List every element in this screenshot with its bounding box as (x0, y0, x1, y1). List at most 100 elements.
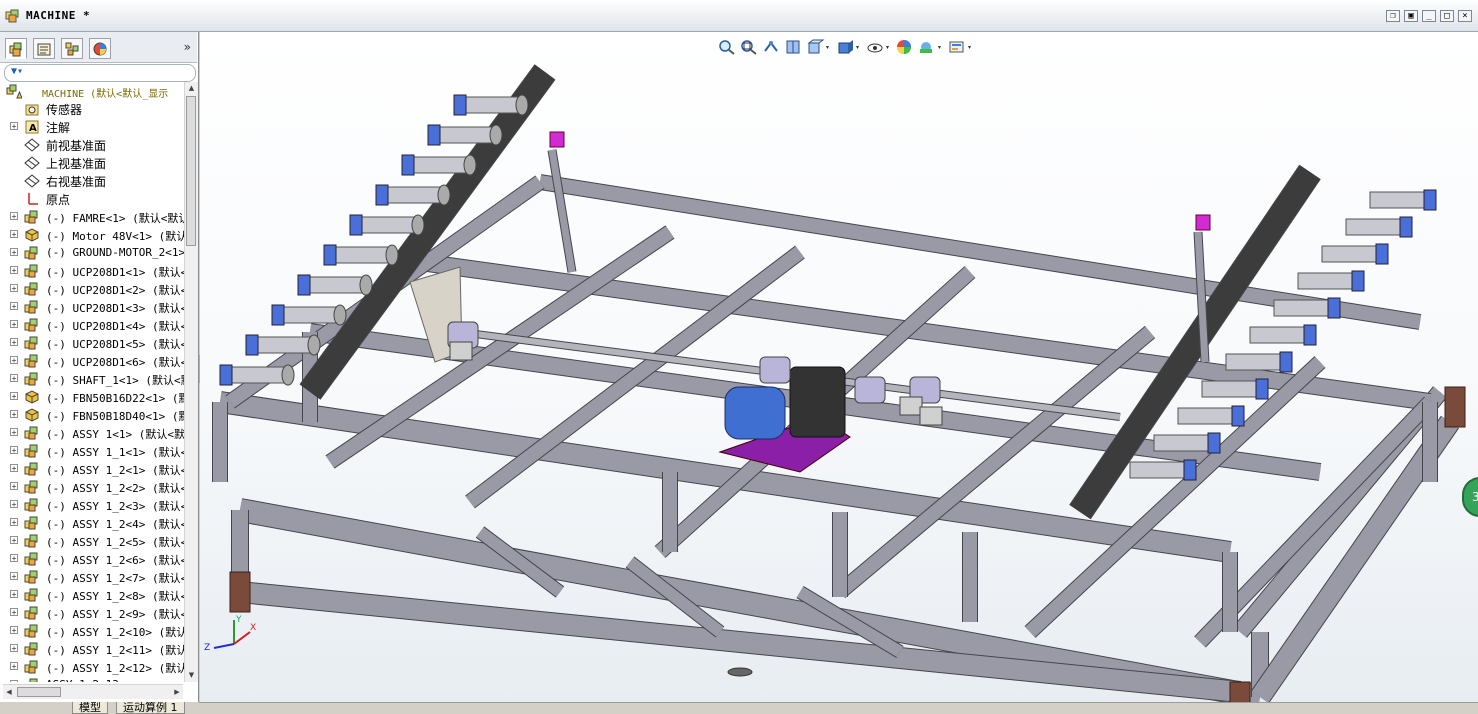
expand-icon[interactable]: + (10, 302, 18, 311)
tree-item[interactable]: 传感器 (0, 100, 184, 118)
expand-icon[interactable]: + (10, 212, 18, 221)
expand-icon[interactable]: + (10, 356, 18, 365)
expand-icon[interactable]: + (10, 662, 18, 671)
tree-item[interactable]: + (-) UCP208D1<3> (默认< (0, 298, 184, 316)
tree-item-label: 前视基准面 (46, 139, 107, 153)
tree-item[interactable]: + (-) UCP208D1<4> (默认< (0, 316, 184, 334)
roller-bearing (1183, 459, 1197, 481)
tree-item[interactable]: + (-) UCP208D1<5> (默认< (0, 334, 184, 352)
hscroll-thumb[interactable] (17, 687, 61, 697)
tree-item[interactable]: + (-) ASSY 1_2<8> (默认< (0, 586, 184, 604)
tab-model[interactable]: 模型 (72, 702, 108, 714)
roller-end (385, 244, 399, 266)
tab-motion-study[interactable]: 运动算例 1 (116, 702, 185, 714)
tree-item[interactable]: + (-) ASSY 1_2<7> (默认< (0, 568, 184, 586)
tree-item[interactable]: + (-) SHAFT_1<1> (默认<默 (0, 370, 184, 388)
tree-item[interactable]: + (-) ASSY 1_2<12> (默认< (0, 658, 184, 676)
tree-item[interactable]: + (-) ASSY 1_2<4> (默认< (0, 514, 184, 532)
tree-item[interactable]: + ASSY 1_2<13> (0, 676, 184, 682)
featuremanager-tab-icon[interactable] (5, 38, 27, 59)
expand-icon[interactable]: + (10, 248, 18, 257)
maximize-icon[interactable]: □ (1440, 10, 1454, 22)
expand-icon[interactable]: + (10, 680, 18, 682)
restore-icon[interactable]: ❐ (1386, 10, 1400, 22)
tree-item[interactable]: + (-) FBN50B18D40<1> (默 (0, 406, 184, 424)
expand-icon[interactable]: + (10, 320, 18, 329)
expand-icon[interactable]: + (10, 482, 18, 491)
tree-item-label: (-) Motor 48V<1> (默认< (46, 230, 184, 243)
scroll-down-icon[interactable]: ▼ (185, 669, 198, 682)
expand-icon[interactable]: + (10, 122, 18, 131)
expand-icon[interactable]: + (10, 230, 18, 239)
tree-item[interactable]: + (-) UCP208D1<1> (默认< (0, 262, 184, 280)
propertymanager-tab-icon[interactable] (33, 38, 55, 59)
roller-bearing (1207, 432, 1221, 454)
tree-item[interactable]: + (-) FBN50B16D22<1> (默 (0, 388, 184, 406)
expand-icon[interactable]: + (10, 338, 18, 347)
tree-root-item[interactable]: MACHINE (默认<默认_显示 (0, 82, 184, 100)
tree-item-label: (-) ASSY 1_2<2> (默认< (46, 482, 184, 495)
scroll-thumb[interactable] (186, 96, 196, 246)
tree-item[interactable]: + (-) ASSY 1_2<3> (默认< (0, 496, 184, 514)
scroll-up-icon[interactable]: ▲ (185, 82, 198, 95)
triad-icon: Y X Z (204, 615, 256, 653)
tree-item[interactable]: + (-) ASSY 1<1> (默认<默 (0, 424, 184, 442)
tree-item[interactable]: + (-) GROUND-MOTOR_2<1> ( (0, 244, 184, 262)
part-icon (24, 389, 40, 405)
subassembly-icon (24, 677, 40, 682)
tree-item[interactable]: + (-) ASSY 1_2<10> (默认< (0, 622, 184, 640)
tree-item[interactable]: + (-) ASSY 1_2<6> (默认< (0, 550, 184, 568)
roller-end (411, 214, 425, 236)
expand-icon[interactable]: + (10, 464, 18, 473)
roller-bearing (427, 124, 441, 146)
expand-icon[interactable]: + (10, 644, 18, 653)
tile-icon[interactable]: ▣ (1404, 10, 1418, 22)
tree-item[interactable]: 原点 (0, 190, 184, 208)
tree-vertical-scrollbar[interactable]: ▲ ▼ (184, 82, 198, 682)
expand-icon[interactable]: + (10, 572, 18, 581)
roller-bearing (453, 94, 467, 116)
tree-item[interactable]: + (-) Motor 48V<1> (默认< (0, 226, 184, 244)
expand-icon[interactable]: + (10, 536, 18, 545)
tree-item-label: (-) ASSY 1_2<6> (默认< (46, 554, 184, 567)
tree-item[interactable]: + (-) ASSY 1_2<11> (默认< (0, 640, 184, 658)
tree-item[interactable]: + (-) ASSY 1_2<5> (默认< (0, 532, 184, 550)
expand-icon[interactable]: + (10, 374, 18, 383)
expand-icon[interactable]: + (10, 428, 18, 437)
panel-more-button[interactable]: » (184, 40, 191, 54)
expand-icon[interactable]: + (10, 410, 18, 419)
assembly-model[interactable] (200, 32, 1478, 702)
tree-item[interactable]: + (-) ASSY 1_2<2> (默认< (0, 478, 184, 496)
tree-item[interactable]: + (-) UCP208D1<6> (默认< (0, 352, 184, 370)
expand-icon[interactable]: + (10, 266, 18, 275)
displaymanager-tab-icon[interactable] (89, 38, 111, 59)
tree-item[interactable]: + (-) ASSY 1_2<9> (默认< (0, 604, 184, 622)
close-icon[interactable]: × (1458, 10, 1472, 22)
configurationmanager-tab-icon[interactable] (61, 38, 83, 59)
minimize-icon[interactable]: _ (1422, 10, 1436, 22)
scroll-right-icon[interactable]: ▶ (171, 685, 183, 699)
expand-icon[interactable]: + (10, 608, 18, 617)
tree-item[interactable]: 前视基准面 (0, 136, 184, 154)
tree-item[interactable]: + (-) ASSY 1_2<1> (默认< (0, 460, 184, 478)
tree-filter[interactable]: ▼▾ (4, 64, 196, 82)
expand-icon[interactable]: + (10, 500, 18, 509)
tree-item[interactable]: + (-) FAMRE<1> (默认<默认 (0, 208, 184, 226)
expand-icon[interactable]: + (10, 626, 18, 635)
expand-icon[interactable]: + (10, 446, 18, 455)
graphics-viewport[interactable]: 3 Y X Z (200, 32, 1478, 702)
scroll-left-icon[interactable]: ◀ (3, 685, 15, 699)
tree-horizontal-scrollbar[interactable]: ◀ ▶ (3, 684, 183, 699)
tree-item[interactable]: 上视基准面 (0, 154, 184, 172)
expand-icon[interactable]: + (10, 518, 18, 527)
tree-item[interactable]: 右视基准面 (0, 172, 184, 190)
expand-icon[interactable]: + (10, 284, 18, 293)
expand-icon[interactable]: + (10, 554, 18, 563)
tree-item-label: 传感器 (46, 103, 83, 117)
tree-item[interactable]: + (-) ASSY 1_1<1> (默认< (0, 442, 184, 460)
tree-item[interactable]: + A 注解 (0, 118, 184, 136)
roller (281, 306, 341, 324)
tree-item[interactable]: + (-) UCP208D1<2> (默认< (0, 280, 184, 298)
expand-icon[interactable]: + (10, 590, 18, 599)
expand-icon[interactable]: + (10, 392, 18, 401)
